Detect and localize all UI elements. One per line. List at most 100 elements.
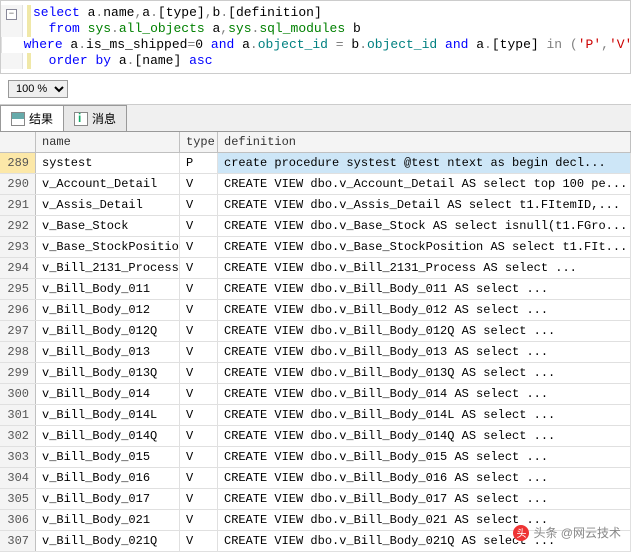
cell-definition[interactable]: CREATE VIEW dbo.v_Bill_Body_021Q AS sele… [218, 531, 631, 551]
editor-line[interactable]: where a.is_ms_shipped=0 and a.object_id … [1, 37, 630, 53]
cell-name[interactable]: v_Bill_Body_014L [36, 405, 180, 425]
cell-definition[interactable]: CREATE VIEW dbo.v_Bill_2131_Process AS s… [218, 258, 631, 278]
row-number[interactable]: 298 [0, 342, 36, 362]
cell-type[interactable]: V [180, 363, 218, 383]
table-row[interactable]: 301v_Bill_Body_014LV CREATE VIEW dbo.v_B… [0, 405, 631, 426]
cell-type[interactable]: V [180, 531, 218, 551]
table-row[interactable]: 306v_Bill_Body_021V CREATE VIEW dbo.v_Bi… [0, 510, 631, 531]
cell-type[interactable]: V [180, 279, 218, 299]
cell-type[interactable]: V [180, 489, 218, 509]
cell-definition[interactable]: CREATE VIEW dbo.v_Bill_Body_011 AS selec… [218, 279, 631, 299]
cell-type[interactable]: V [180, 426, 218, 446]
cell-definition[interactable]: CREATE VIEW dbo.v_Base_StockPosition AS … [218, 237, 631, 257]
row-number[interactable]: 300 [0, 384, 36, 404]
row-number[interactable]: 293 [0, 237, 36, 257]
tab-messages[interactable]: 消息 [63, 105, 127, 131]
cell-name[interactable]: v_Bill_Body_017 [36, 489, 180, 509]
cell-type[interactable]: V [180, 237, 218, 257]
table-row[interactable]: 291v_Assis_DetailV CREATE VIEW dbo.v_Ass… [0, 195, 631, 216]
table-row[interactable]: 299v_Bill_Body_013QV CREATE VIEW dbo.v_B… [0, 363, 631, 384]
row-number[interactable]: 303 [0, 447, 36, 467]
results-grid[interactable]: name type definition 289systestPcreate p… [0, 132, 631, 552]
cell-name[interactable]: v_Base_StockPosition [36, 237, 180, 257]
cell-definition[interactable]: CREATE VIEW dbo.v_Bill_Body_016 AS selec… [218, 468, 631, 488]
row-number[interactable]: 291 [0, 195, 36, 215]
cell-definition[interactable]: CREATE VIEW dbo.v_Bill_Body_017 AS selec… [218, 489, 631, 509]
cell-definition[interactable]: CREATE VIEW dbo.v_Bill_Body_015 AS selec… [218, 447, 631, 467]
table-row[interactable]: 292v_Base_StockV CREATE VIEW dbo.v_Base_… [0, 216, 631, 237]
tab-results[interactable]: 结果 [0, 105, 64, 131]
row-number[interactable]: 307 [0, 531, 36, 551]
cell-type[interactable]: V [180, 216, 218, 236]
table-row[interactable]: 290v_Account_DetailV CREATE VIEW dbo.v_A… [0, 174, 631, 195]
table-row[interactable]: 303v_Bill_Body_015V CREATE VIEW dbo.v_Bi… [0, 447, 631, 468]
cell-type[interactable]: V [180, 510, 218, 530]
table-row[interactable]: 304v_Bill_Body_016V CREATE VIEW dbo.v_Bi… [0, 468, 631, 489]
cell-name[interactable]: v_Bill_Body_015 [36, 447, 180, 467]
cell-type[interactable]: V [180, 258, 218, 278]
table-row[interactable]: 295v_Bill_Body_011V CREATE VIEW dbo.v_Bi… [0, 279, 631, 300]
cell-type[interactable]: V [180, 405, 218, 425]
cell-type[interactable]: V [180, 447, 218, 467]
column-header-type[interactable]: type [180, 132, 218, 152]
table-row[interactable]: 305v_Bill_Body_017V CREATE VIEW dbo.v_Bi… [0, 489, 631, 510]
cell-name[interactable]: v_Bill_Body_012Q [36, 321, 180, 341]
cell-name[interactable]: v_Bill_Body_021Q [36, 531, 180, 551]
cell-type[interactable]: V [180, 174, 218, 194]
table-row[interactable]: 296v_Bill_Body_012V CREATE VIEW dbo.v_Bi… [0, 300, 631, 321]
column-header-definition[interactable]: definition [218, 132, 631, 152]
cell-name[interactable]: v_Bill_Body_013 [36, 342, 180, 362]
row-number[interactable]: 295 [0, 279, 36, 299]
cell-name[interactable]: v_Bill_Body_013Q [36, 363, 180, 383]
cell-name[interactable]: systest [36, 153, 180, 173]
cell-type[interactable]: V [180, 300, 218, 320]
cell-name[interactable]: v_Bill_Body_014Q [36, 426, 180, 446]
cell-definition[interactable]: create procedure systest @test ntext as … [218, 153, 631, 173]
row-number[interactable]: 301 [0, 405, 36, 425]
table-row[interactable]: 297v_Bill_Body_012QVCREATE VIEW dbo.v_Bi… [0, 321, 631, 342]
cell-type[interactable]: V [180, 321, 218, 341]
cell-definition[interactable]: CREATE VIEW dbo.v_Bill_Body_012 AS selec… [218, 300, 631, 320]
editor-line[interactable]: −select a.name,a.[type],b.[definition] [1, 5, 630, 21]
column-header-name[interactable]: name [36, 132, 180, 152]
sql-editor[interactable]: −select a.name,a.[type],b.[definition] f… [0, 0, 631, 74]
row-number[interactable]: 299 [0, 363, 36, 383]
cell-name[interactable]: v_Assis_Detail [36, 195, 180, 215]
cell-name[interactable]: v_Bill_Body_014 [36, 384, 180, 404]
table-row[interactable]: 294v_Bill_2131_ProcessV CREATE VIEW dbo.… [0, 258, 631, 279]
row-number[interactable]: 294 [0, 258, 36, 278]
cell-definition[interactable]: CREATE VIEW dbo.v_Bill_Body_021 AS selec… [218, 510, 631, 530]
row-number[interactable]: 290 [0, 174, 36, 194]
cell-name[interactable]: v_Bill_Body_011 [36, 279, 180, 299]
table-row[interactable]: 302v_Bill_Body_014QV CREATE VIEW dbo.v_B… [0, 426, 631, 447]
table-row[interactable]: 307v_Bill_Body_021QV CREATE VIEW dbo.v_B… [0, 531, 631, 552]
row-number[interactable]: 292 [0, 216, 36, 236]
row-number[interactable]: 296 [0, 300, 36, 320]
cell-type[interactable]: V [180, 195, 218, 215]
cell-definition[interactable]: CREATE VIEW dbo.v_Bill_Body_013Q AS sele… [218, 363, 631, 383]
cell-definition[interactable]: CREATE VIEW dbo.v_Bill_Body_014 AS selec… [218, 384, 631, 404]
cell-name[interactable]: v_Bill_Body_021 [36, 510, 180, 530]
cell-type[interactable]: P [180, 153, 218, 173]
cell-definition[interactable]: CREATE VIEW dbo.v_Bill_Body_014L AS sele… [218, 405, 631, 425]
cell-name[interactable]: v_Bill_2131_Process [36, 258, 180, 278]
table-row[interactable]: 289systestPcreate procedure systest @tes… [0, 153, 631, 174]
cell-definition[interactable]: CREATE VIEW dbo.v_Bill_Body_014Q AS sele… [218, 426, 631, 446]
cell-type[interactable]: V [180, 342, 218, 362]
table-row[interactable]: 300v_Bill_Body_014V CREATE VIEW dbo.v_Bi… [0, 384, 631, 405]
table-row[interactable]: 293v_Base_StockPositionV CREATE VIEW dbo… [0, 237, 631, 258]
cell-definition[interactable]: CREATE VIEW dbo.v_Assis_Detail AS select… [218, 195, 631, 215]
cell-name[interactable]: v_Account_Detail [36, 174, 180, 194]
cell-definition[interactable]: CREATE VIEW dbo.v_Account_Detail AS sele… [218, 174, 631, 194]
row-number[interactable]: 289 [0, 153, 36, 173]
cell-type[interactable]: V [180, 468, 218, 488]
editor-line[interactable]: order by a.[name] asc [1, 53, 630, 69]
row-number[interactable]: 306 [0, 510, 36, 530]
row-number[interactable]: 302 [0, 426, 36, 446]
table-row[interactable]: 298v_Bill_Body_013V CREATE VIEW dbo.v_Bi… [0, 342, 631, 363]
row-number[interactable]: 297 [0, 321, 36, 341]
cell-definition[interactable]: CREATE VIEW dbo.v_Bill_Body_012Q AS sele… [218, 321, 631, 341]
editor-line[interactable]: from sys.all_objects a,sys.sql_modules b [1, 21, 630, 37]
row-number[interactable]: 305 [0, 489, 36, 509]
fold-icon[interactable]: − [6, 9, 17, 20]
